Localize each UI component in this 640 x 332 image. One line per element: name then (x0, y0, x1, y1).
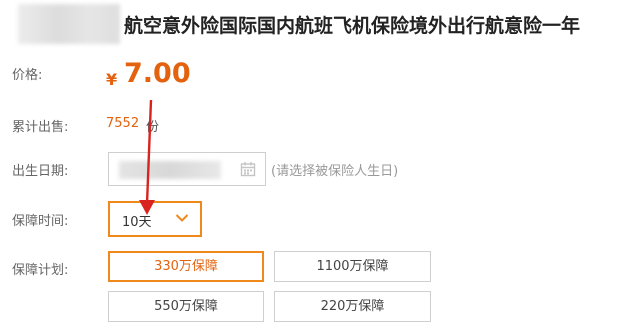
chevron-down-icon (175, 214, 189, 222)
birth-date-input[interactable] (108, 152, 266, 186)
product-detail-panel: 航空意外险国际国内航班飞机保险境外出行航意险一年 价格: ¥ 7.00 累计出售… (0, 0, 640, 332)
plan-option-550[interactable]: 550万保障 (108, 291, 264, 322)
price-label: 价格: (12, 68, 43, 83)
price-value: 7.00 (124, 58, 191, 89)
coverage-period-label: 保障时间: (12, 214, 69, 229)
sales-count: 7552 (106, 116, 140, 131)
blurred-shop-name (18, 4, 120, 44)
calendar-icon[interactable] (240, 161, 256, 177)
sales-unit: 份 (146, 120, 160, 135)
plan-option-220[interactable]: 220万保障 (274, 291, 431, 322)
coverage-period-value: 10天 (122, 215, 152, 230)
birth-date-hint: (请选择被保险人生日) (271, 164, 399, 179)
coverage-period-select[interactable]: 10天 (108, 201, 202, 237)
sales-label: 累计出售: (12, 120, 69, 135)
plan-option-330[interactable]: 330万保障 (108, 251, 264, 282)
product-title: 航空意外险国际国内航班飞机保险境外出行航意险一年 (124, 15, 581, 37)
plan-option-1100[interactable]: 1100万保障 (274, 251, 431, 282)
blurred-date-value (119, 161, 221, 179)
plan-label: 保障计划: (12, 263, 69, 278)
birth-date-label: 出生日期: (12, 164, 69, 179)
currency-symbol: ¥ (106, 70, 118, 89)
